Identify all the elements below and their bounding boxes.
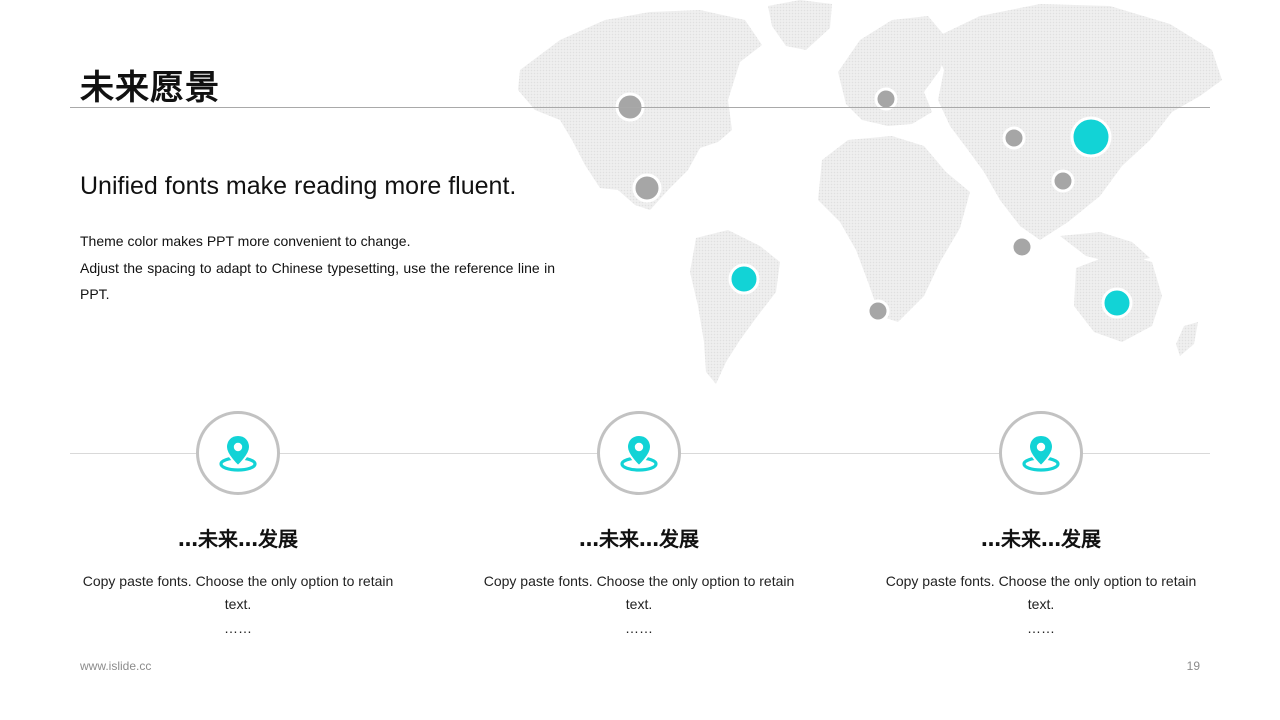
card-more: …… — [625, 620, 653, 636]
feature-card: …未来…发展 Copy paste fonts. Choose the only… — [474, 411, 804, 640]
description-line: Theme color makes PPT more convenient to… — [80, 233, 411, 249]
subtitle: Unified fonts make reading more fluent. — [80, 172, 517, 200]
location-badge — [999, 411, 1083, 495]
title-divider — [70, 107, 1210, 108]
card-text: Copy paste fonts. Choose the only option… — [885, 573, 1197, 612]
footer-website[interactable]: www.islide.cc — [80, 659, 151, 673]
map-marker-accent — [1070, 116, 1112, 158]
card-text: Copy paste fonts. Choose the only option… — [82, 573, 394, 612]
map-asia — [930, 4, 1222, 240]
location-badge — [196, 411, 280, 495]
map-marker-gray — [1002, 126, 1026, 150]
map-marker-gray — [874, 87, 898, 111]
page-title: 未来愿景 — [80, 68, 220, 108]
map-marker-gray — [866, 299, 890, 323]
map-south-america — [690, 230, 780, 384]
map-marker-gray — [1051, 169, 1075, 193]
map-europe — [838, 16, 950, 126]
world-map — [500, 0, 1240, 390]
map-marker-accent — [728, 263, 760, 295]
feature-card: …未来…发展 Copy paste fonts. Choose the only… — [73, 411, 403, 640]
page-number: 19 — [1186, 659, 1200, 673]
card-more: …… — [224, 620, 252, 636]
card-more: …… — [1027, 620, 1055, 636]
card-text: Copy paste fonts. Choose the only option… — [483, 573, 795, 612]
map-greenland — [768, 0, 832, 50]
card-title: …未来…发展 — [579, 527, 699, 551]
location-badge — [597, 411, 681, 495]
card-title: …未来…发展 — [981, 527, 1101, 551]
slide: 未来愿景 Unified fonts make reading more flu… — [0, 0, 1280, 720]
map-new-zealand — [1176, 322, 1198, 356]
location-pin-icon — [620, 433, 658, 472]
description-line: Adjust the spacing to adapt to Chinese t… — [80, 259, 555, 303]
description: Theme color makes PPT more convenient to… — [80, 228, 555, 308]
card-title: …未来…发展 — [178, 527, 298, 551]
world-map-graphic — [518, 0, 1222, 384]
map-marker-gray — [1010, 235, 1034, 259]
map-africa — [818, 136, 970, 322]
map-marker-accent — [1101, 287, 1133, 319]
map-marker-gray — [632, 173, 662, 203]
location-pin-icon — [219, 433, 257, 472]
location-pin-icon — [1022, 433, 1060, 472]
feature-card: …未来…发展 Copy paste fonts. Choose the only… — [876, 411, 1206, 640]
